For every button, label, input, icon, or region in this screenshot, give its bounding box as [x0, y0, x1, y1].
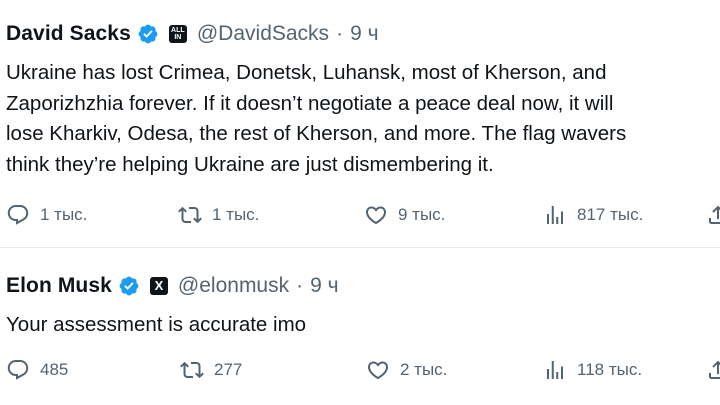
reply-button[interactable]: 1 тыс. [6, 203, 87, 227]
views-icon [547, 361, 563, 379]
retweet-icon [180, 361, 204, 379]
retweet-button[interactable]: 277 [180, 358, 242, 382]
tweet-text: Your assessment is accurate imo [6, 310, 306, 341]
like-button[interactable]: 9 тыс. [364, 203, 445, 227]
verified-badge-icon [119, 276, 139, 296]
verified-badge-icon [138, 24, 158, 44]
tweet-text-line: Your assessment is accurate imo [6, 313, 307, 336]
views-icon [547, 206, 563, 224]
reply-button[interactable]: 485 [6, 358, 68, 382]
tweet-header: David Sacks ALL IN @DavidSacks · 9 ч [6, 22, 379, 46]
tweet-header: Elon Musk X @elonmusk · 9 ч [6, 274, 339, 298]
share-icon [709, 205, 720, 224]
tweet-divider [0, 247, 720, 248]
tweet-text: Ukraine has lost Crimea, Donetsk, Luhans… [6, 58, 626, 180]
tweet-actions: 485 277 2 тыс. 118 тыс. [0, 358, 720, 388]
tweet-david-sacks[interactable]: David Sacks ALL IN @DavidSacks · 9 ч Ukra… [0, 0, 720, 250]
like-icon [365, 206, 387, 225]
reply-icon [7, 205, 29, 225]
header-separator: · [296, 274, 304, 297]
share-button[interactable] [706, 358, 720, 382]
author-name[interactable]: David Sacks [6, 22, 131, 46]
retweet-button[interactable]: 1 тыс. [178, 203, 259, 227]
tweet-text-line: Zaporizhzhia forever. If it doesn’t nego… [6, 91, 614, 115]
tweet-text-line: lose Kharkiv, Odesa, the rest of Kherson… [6, 122, 627, 145]
share-icon [709, 360, 720, 379]
tweet-actions: 1 тыс. 1 тыс. 9 тыс. 817 тыс. [0, 203, 720, 233]
reply-icon [7, 360, 29, 380]
share-button[interactable] [706, 203, 720, 227]
retweet-count: 277 [214, 360, 243, 379]
affiliate-badge-x[interactable]: X [149, 277, 168, 295]
like-count: 2 тыс. [400, 360, 448, 379]
tweet-timestamp[interactable]: 9 ч [310, 274, 338, 298]
retweet-icon [178, 206, 202, 224]
tweet-elon-musk[interactable]: Elon Musk X @elonmusk · 9 ч Your assessm… [0, 250, 720, 405]
affiliate-badge-all-in[interactable]: ALL IN [168, 25, 187, 43]
header-separator: · [336, 22, 344, 45]
like-button[interactable]: 2 тыс. [366, 358, 447, 382]
tweet-text-line: Ukraine has lost Crimea, Donetsk, Luhans… [6, 61, 607, 84]
tweet-timestamp[interactable]: 9 ч [350, 22, 378, 46]
views-count: 118 тыс. [577, 360, 643, 379]
retweet-count: 1 тыс. [212, 205, 260, 224]
like-icon [367, 361, 389, 380]
reply-count: 485 [40, 360, 69, 379]
like-count: 9 тыс. [398, 205, 446, 224]
author-handle[interactable]: @elonmusk [178, 274, 289, 298]
views-button[interactable]: 817 тыс. [543, 203, 643, 227]
views-count: 817 тыс. [577, 205, 644, 224]
tweet-text-line: think they’re helping Ukraine are just d… [6, 152, 494, 176]
reply-count: 1 тыс. [40, 205, 88, 224]
author-handle[interactable]: @DavidSacks [197, 22, 329, 46]
author-name[interactable]: Elon Musk [6, 274, 112, 298]
views-button[interactable]: 118 тыс. [543, 358, 642, 382]
